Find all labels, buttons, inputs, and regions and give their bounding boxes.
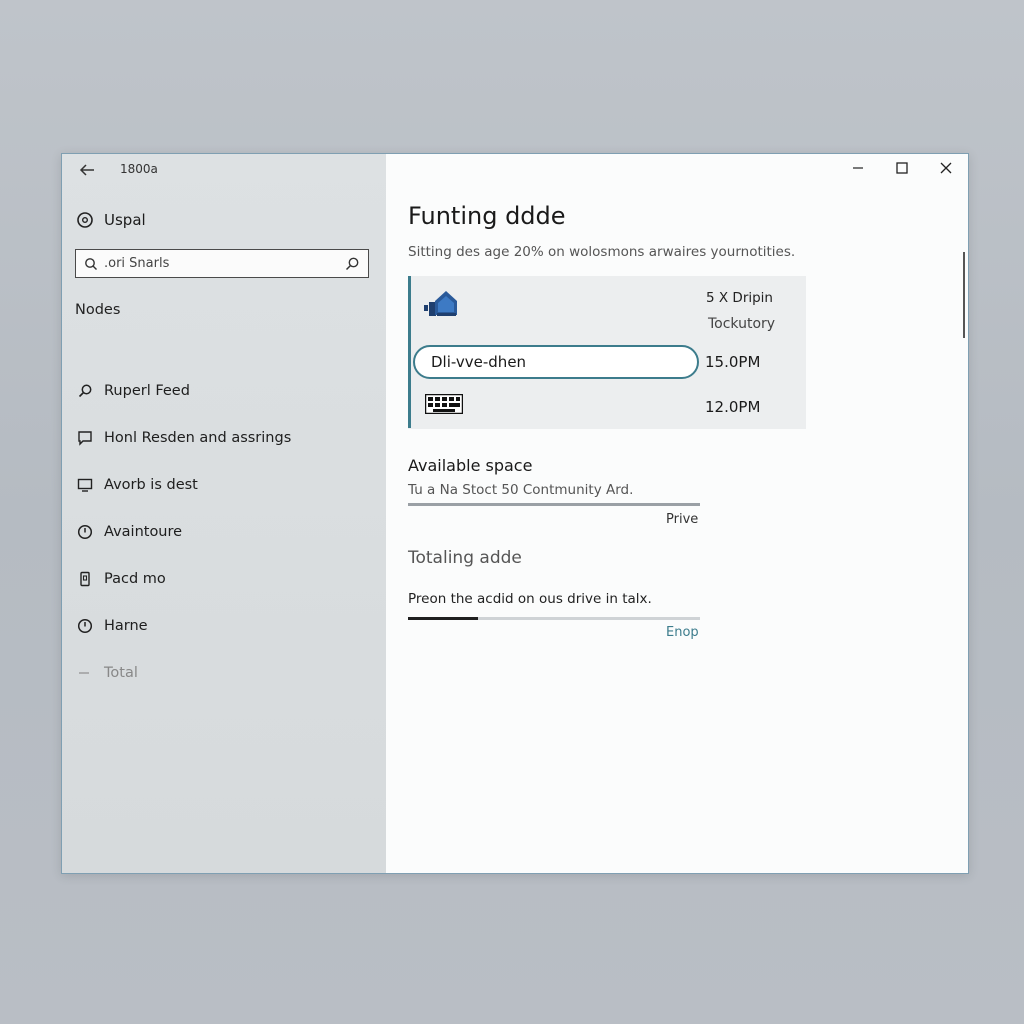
- sidebar-item-label: Total: [104, 664, 138, 681]
- sidebar-item-label: Avorb is dest: [104, 476, 198, 493]
- sidebar-item-label: Honl Resden and assrings: [104, 429, 292, 446]
- sidebar-section-title: Nodes: [75, 302, 121, 318]
- gear-icon: [77, 212, 93, 228]
- drive-icon: [424, 291, 457, 316]
- sidebar-home-label: Uspal: [104, 211, 146, 229]
- drive-time-1: 15.0PM: [705, 353, 761, 371]
- minimize-icon: [853, 167, 863, 169]
- chat-icon: [76, 429, 94, 447]
- totaling-progress: [408, 617, 700, 620]
- scrollbar-thumb[interactable]: [963, 252, 965, 338]
- window-controls: [836, 154, 968, 182]
- search-input[interactable]: [102, 255, 344, 272]
- page-subtitle: Sitting des age 20% on wolosmons arwaire…: [408, 244, 796, 260]
- sidebar-item-honl-resden[interactable]: Honl Resden and assrings: [76, 414, 376, 461]
- drive-panel: 5 X Dripin Tockutory Dli-vve-dhen 15.0PM…: [408, 276, 806, 429]
- clock-icon: [76, 523, 94, 541]
- close-icon: [940, 162, 952, 174]
- totaling-link[interactable]: Enop: [666, 625, 699, 640]
- drive-name-field[interactable]: Dli-vve-dhen: [413, 345, 699, 379]
- maximize-button[interactable]: [880, 154, 924, 182]
- totaling-title: Totaling adde: [408, 548, 522, 568]
- totaling-progress-fill: [408, 617, 479, 620]
- search-icon: [85, 257, 97, 270]
- totaling-description: Preon the acdid on ous drive in talx.: [408, 591, 652, 607]
- sidebar-item-total[interactable]: Total: [76, 649, 376, 696]
- sidebar-item-avaintoure[interactable]: Avaintoure: [76, 508, 376, 555]
- close-button[interactable]: [924, 154, 968, 182]
- panel-accent-bar: [408, 276, 411, 428]
- available-space-title: Available space: [408, 456, 533, 475]
- available-space-link[interactable]: Prive: [666, 512, 698, 527]
- search-box[interactable]: [75, 249, 369, 278]
- available-space-description: Tu a Na Stoct 50 Contmunity Ard.: [408, 482, 634, 498]
- back-arrow-icon: [79, 164, 94, 176]
- app-title: 1800a: [120, 162, 158, 176]
- page-title: Funting ddde: [408, 202, 566, 230]
- settings-window: 1800a Uspal Nodes: [61, 153, 969, 874]
- sidebar-item-label: Avaintoure: [104, 523, 183, 540]
- sidebar-item-home[interactable]: Uspal: [76, 211, 146, 229]
- sidebar-item-ruperl-feed[interactable]: Ruperl Feed: [76, 367, 376, 414]
- clock-icon: [76, 617, 94, 635]
- sidebar-item-label: Harne: [104, 617, 148, 634]
- sidebar-item-avorb[interactable]: Avorb is dest: [76, 461, 376, 508]
- drive-info-line-2: Tockutory: [708, 316, 776, 332]
- sidebar-item-label: Pacd mo: [104, 570, 166, 587]
- maximize-icon: [896, 162, 908, 174]
- phone-icon: [76, 570, 94, 588]
- sidebar-nav: Ruperl Feed Honl Resden and assrings Avo…: [76, 367, 376, 696]
- drive-info-line-1: 5 X Dripin: [706, 290, 773, 306]
- search-icon: [76, 382, 94, 400]
- available-space-progress: [408, 503, 700, 506]
- back-button[interactable]: [76, 159, 98, 181]
- sidebar-item-label: Ruperl Feed: [104, 382, 190, 399]
- sidebar-item-harne[interactable]: Harne: [76, 602, 376, 649]
- drive-time-2: 12.0PM: [705, 398, 761, 416]
- minimize-button[interactable]: [836, 154, 880, 182]
- dash-icon: [76, 664, 94, 682]
- available-space-progress-fill: [408, 503, 700, 506]
- search-submit-icon: [345, 257, 359, 270]
- sidebar-item-pacd-mo[interactable]: Pacd mo: [76, 555, 376, 602]
- main-content: Funting ddde Sitting des age 20% on wolo…: [386, 154, 968, 873]
- display-icon: [76, 476, 94, 494]
- keyboard-icon: [425, 394, 463, 414]
- sidebar: 1800a Uspal Nodes: [62, 154, 386, 873]
